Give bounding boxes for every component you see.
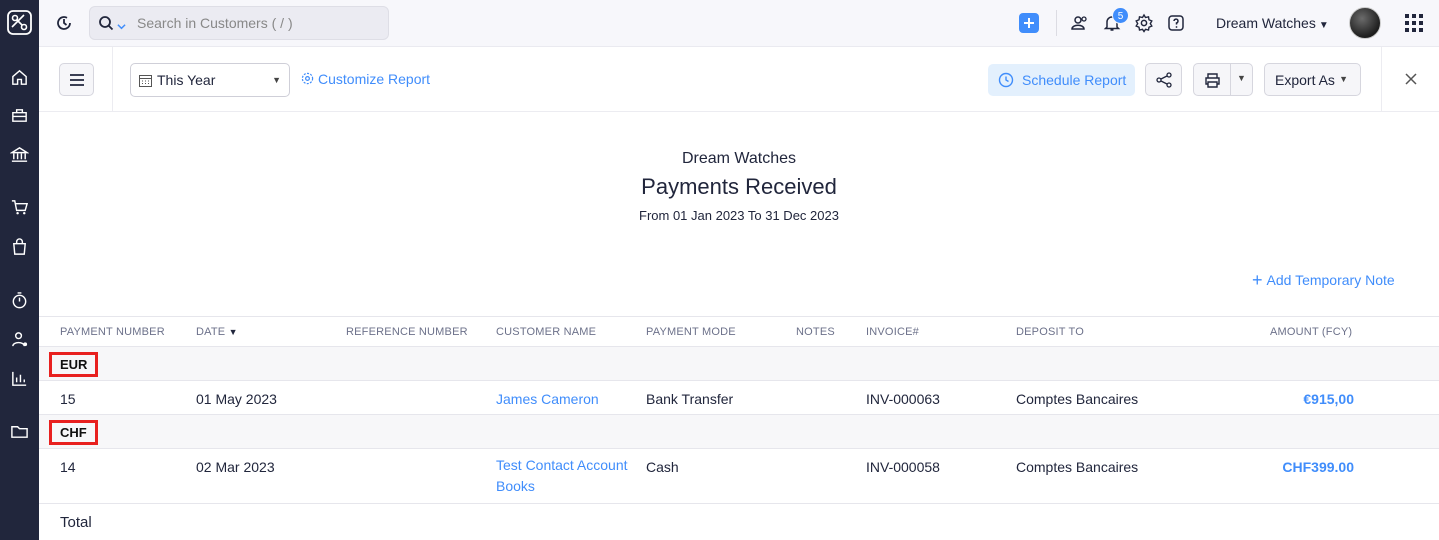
organization-switcher[interactable]: Dream Watches ▼ — [1216, 15, 1329, 31]
customer-name-line-2: Books — [496, 478, 535, 494]
caret-down-icon: ▼ — [272, 75, 281, 85]
print-button[interactable]: ▼ — [1193, 63, 1253, 96]
date-range-value: This Year — [157, 72, 216, 88]
currency-label: CHF — [49, 420, 98, 445]
date-range-select[interactable]: This Year ▼ — [130, 63, 290, 97]
report-date-range: From 01 Jan 2023 To 31 Dec 2023 — [639, 208, 839, 223]
settings-gear-icon[interactable] — [1134, 13, 1154, 33]
sort-desc-icon: ▼ — [228, 327, 238, 337]
currency-group-row: EUR — [39, 347, 1439, 381]
add-temporary-note-label: Add Temporary Note — [1266, 272, 1395, 288]
reports-chart-icon[interactable] — [10, 369, 29, 388]
report-title: Payments Received — [641, 174, 837, 199]
cell-payment-number: 14 — [60, 459, 76, 475]
recent-history-icon[interactable] — [54, 13, 74, 33]
cell-payment-number: 15 — [60, 391, 76, 407]
add-temporary-note-link[interactable]: + Add Temporary Note — [1252, 270, 1395, 291]
cell-payment-mode: Cash — [646, 459, 679, 475]
export-as-label: Export As — [1275, 72, 1335, 88]
cell-amount-link[interactable]: €915,00 — [1303, 391, 1354, 407]
printer-icon — [1204, 72, 1221, 89]
share-button[interactable] — [1145, 63, 1182, 96]
divider — [1056, 10, 1057, 36]
search-icon[interactable] — [98, 15, 114, 31]
app-logo-icon[interactable] — [7, 10, 32, 35]
help-icon[interactable] — [1166, 13, 1186, 33]
report-organization: Dream Watches — [681, 150, 797, 167]
quick-create-button[interactable] — [1019, 13, 1039, 33]
customer-name-line-1: Test Contact Account — [496, 457, 628, 473]
currency-label: EUR — [49, 352, 99, 377]
sidebar — [0, 0, 39, 540]
plus-icon — [1024, 18, 1034, 28]
sales-cart-icon[interactable] — [10, 198, 29, 217]
plus-icon: + — [1252, 270, 1263, 290]
total-label: Total — [60, 514, 92, 531]
app-grid-icon[interactable] — [1405, 14, 1423, 32]
total-row: Total — [39, 504, 1439, 540]
col-reference-number[interactable]: REFERENCE NUMBER — [346, 326, 468, 338]
col-payment-number[interactable]: PAYMENT NUMBER — [60, 326, 165, 338]
chevron-down-icon: ▼ — [1318, 20, 1329, 31]
currency-group-row: CHF — [39, 415, 1439, 449]
col-date-label: DATE — [196, 326, 226, 338]
time-tracking-icon[interactable] — [10, 291, 29, 310]
cell-invoice: INV-000058 — [866, 459, 940, 475]
chevron-down-icon[interactable] — [117, 18, 126, 30]
referral-users-icon[interactable] — [1070, 13, 1090, 33]
organization-name: Dream Watches — [1216, 15, 1316, 31]
divider — [112, 47, 113, 112]
export-as-button[interactable]: Export As ▼ — [1264, 63, 1361, 96]
table-row: 15 01 May 2023 James Cameron Bank Transf… — [39, 381, 1439, 415]
calendar-icon — [139, 74, 152, 87]
customize-report-link[interactable]: Customize Report — [301, 71, 430, 87]
notification-count-badge: 5 — [1112, 7, 1129, 24]
cell-deposit-to: Comptes Bancaires — [1016, 391, 1139, 407]
col-amount[interactable]: AMOUNT (FCY) — [1270, 326, 1352, 338]
clock-icon — [998, 72, 1014, 88]
purchases-bag-icon[interactable] — [10, 237, 29, 256]
schedule-report-button[interactable]: Schedule Report — [988, 64, 1135, 96]
cell-customer-link[interactable]: Test Contact Account Books — [496, 455, 628, 497]
divider — [1381, 47, 1382, 112]
cell-date: 01 May 2023 — [196, 391, 277, 407]
user-avatar[interactable] — [1349, 7, 1381, 39]
customize-report-label: Customize Report — [318, 71, 431, 87]
caret-down-icon: ▼ — [1339, 74, 1348, 84]
report-header: Dream Watches Payments Received From 01 … — [39, 150, 1439, 223]
table-header: PAYMENT NUMBER DATE ▼ REFERENCE NUMBER C… — [39, 316, 1439, 347]
search-input[interactable] — [137, 13, 377, 33]
top-bar: 5 Dream Watches▼ — [39, 0, 1439, 47]
hamburger-icon — [70, 74, 84, 86]
col-notes[interactable]: NOTES — [796, 326, 835, 338]
report-toolbar: This Year ▼ Customize Report Schedule Re… — [39, 47, 1439, 112]
documents-folder-icon[interactable] — [10, 422, 29, 441]
cell-invoice: INV-000063 — [866, 391, 940, 407]
gear-icon — [301, 72, 314, 85]
home-icon[interactable] — [10, 68, 29, 87]
items-icon[interactable] — [10, 106, 29, 125]
cell-amount-link[interactable]: CHF399.00 — [1282, 459, 1354, 475]
divider — [1230, 64, 1231, 95]
cell-payment-mode: Bank Transfer — [646, 391, 734, 407]
col-payment-mode[interactable]: PAYMENT MODE — [646, 326, 736, 338]
col-customer-name[interactable]: CUSTOMER NAME — [496, 326, 596, 338]
cell-date: 02 Mar 2023 — [196, 459, 275, 475]
banking-icon[interactable] — [9, 145, 30, 164]
payments-table: PAYMENT NUMBER DATE ▼ REFERENCE NUMBER C… — [39, 316, 1439, 540]
share-icon — [1156, 72, 1172, 88]
accountant-icon[interactable] — [10, 330, 29, 349]
table-row: 14 02 Mar 2023 Test Contact Account Book… — [39, 449, 1439, 504]
cell-customer-link[interactable]: James Cameron — [496, 391, 599, 407]
col-date[interactable]: DATE ▼ — [196, 326, 238, 338]
cell-deposit-to: Comptes Bancaires — [1016, 459, 1139, 475]
close-icon[interactable] — [1403, 71, 1419, 87]
schedule-report-label: Schedule Report — [1022, 72, 1127, 88]
caret-down-icon[interactable]: ▼ — [1237, 73, 1246, 83]
col-deposit-to[interactable]: DEPOSIT TO — [1016, 326, 1084, 338]
search-box[interactable] — [89, 6, 389, 40]
report-menu-button[interactable] — [59, 63, 94, 96]
col-invoice[interactable]: INVOICE# — [866, 326, 919, 338]
